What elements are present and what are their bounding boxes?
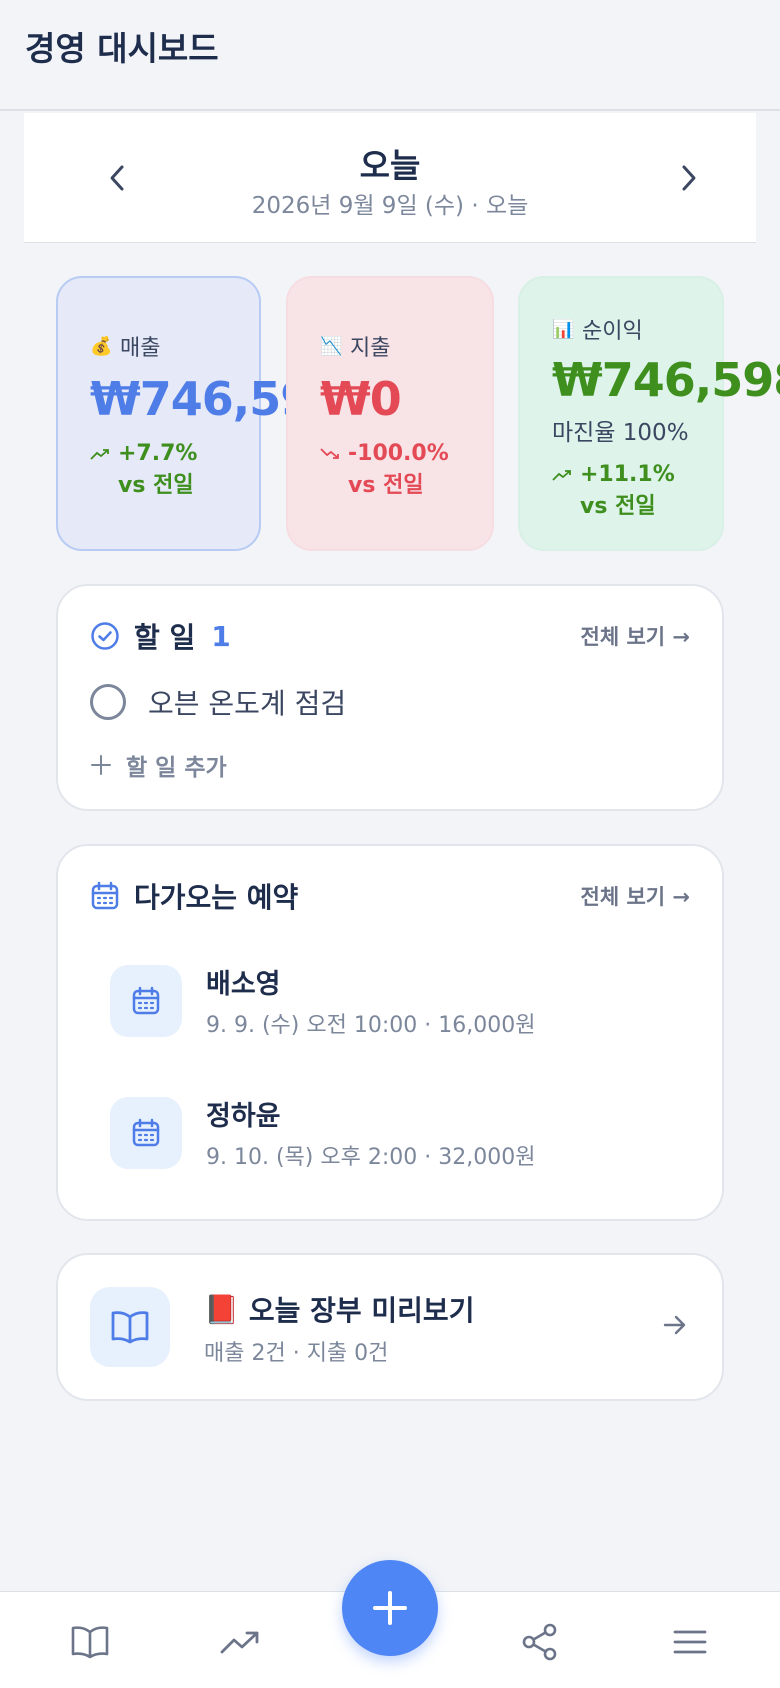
bookings-view-all-link[interactable]: 전체 보기 →: [581, 881, 691, 911]
book-icon: [71, 1626, 109, 1659]
add-entry-button[interactable]: [342, 1560, 438, 1656]
trend-up-icon: [552, 470, 571, 481]
profit-margin: 마진율 100%: [552, 420, 689, 446]
booking-text: 정하윤 9. 10. (목) 오후 2:00 · 32,000원: [206, 1094, 535, 1171]
ledger-subtitle: 매출 2건 · 지출 0건: [204, 1341, 389, 1366]
bar-chart-icon: 📊: [552, 318, 575, 340]
expense-change-text: -100.0% vs 전일: [348, 441, 449, 498]
booking-item[interactable]: 배소영 9. 9. (수) 오전 10:00 · 16,000원: [110, 962, 535, 1039]
ledger-preview-card[interactable]: 📕 오늘 장부 미리보기 매출 2건 · 지출 0건: [56, 1253, 724, 1401]
profit-label: 📊 순이익: [552, 313, 722, 345]
revenue-label: 💰 매출: [90, 330, 259, 362]
booking-calendar-badge: [110, 964, 182, 1037]
date-title: 오늘: [359, 146, 421, 185]
money-bag-icon: 💰: [90, 335, 113, 357]
open-book-icon: [111, 1311, 149, 1344]
add-todo-label: 할 일 추가: [126, 755, 227, 781]
plus-icon: [373, 1591, 407, 1625]
bookings-header: 다가오는 예약 전체 보기 →: [90, 876, 690, 916]
nav-menu-button[interactable]: [668, 1620, 712, 1664]
revenue-change: +7.7% vs 전일: [90, 438, 259, 502]
revenue-value: ₩746,598: [90, 372, 343, 426]
expense-label: 📉 지출: [320, 330, 492, 362]
profit-change: +11.1% vs 전일: [552, 459, 722, 523]
todo-item-text: 오븐 온도계 점검: [148, 687, 347, 720]
revenue-label-text: 매출: [120, 336, 161, 361]
bookings-title: 다가오는 예약: [134, 881, 299, 914]
expense-label-text: 지출: [350, 336, 391, 361]
nav-share-button[interactable]: [518, 1620, 562, 1664]
expense-value: ₩0: [320, 372, 402, 426]
arrow-right-icon: [663, 1315, 686, 1335]
ledger-title: 📕 오늘 장부 미리보기: [204, 1289, 474, 1329]
todo-item[interactable]: 오븐 온도계 점검: [90, 682, 346, 722]
chart-decreasing-icon: 📉: [320, 335, 343, 357]
trend-up-icon: [90, 449, 109, 460]
revenue-change-text: +7.7% vs 전일: [118, 441, 198, 498]
trend-down-icon: [320, 448, 339, 459]
check-circle-icon: [91, 622, 119, 650]
booking-detail: 9. 9. (수) 오전 10:00 · 16,000원: [206, 1013, 536, 1038]
chevron-right-icon: [682, 165, 696, 191]
date-subtitle: 2026년 9월 9일 (수) · 오늘: [251, 193, 529, 219]
booking-detail: 9. 10. (목) 오후 2:00 · 32,000원: [206, 1145, 536, 1170]
booking-calendar-badge: [110, 1096, 182, 1169]
calendar-icon: [91, 881, 119, 910]
expense-change: -100.0% vs 전일: [320, 438, 492, 502]
menu-icon: [673, 1630, 707, 1654]
trend-icon: [220, 1631, 259, 1654]
ledger-badge: [90, 1287, 170, 1367]
booking-item[interactable]: 정하윤 9. 10. (목) 오후 2:00 · 32,000원: [110, 1094, 535, 1171]
expense-stat-card[interactable]: 📉 지출 ₩0 -100.0% vs 전일: [286, 276, 494, 551]
nav-analytics-button[interactable]: [218, 1620, 262, 1664]
profit-value: ₩746,598: [552, 353, 780, 407]
todo-count: 1: [211, 619, 231, 653]
calendar-icon: [132, 1118, 160, 1146]
page-title: 경영 대시보드: [25, 29, 219, 68]
next-day-button[interactable]: [664, 153, 714, 203]
calendar-icon: [132, 986, 160, 1014]
booking-name: 정하윤: [206, 1101, 281, 1132]
profit-label-text: 순이익: [582, 319, 643, 344]
add-todo-button[interactable]: 할 일 추가: [90, 748, 227, 782]
app-header: 경영 대시보드: [0, 0, 780, 111]
share-icon: [522, 1623, 557, 1661]
profit-stat-card[interactable]: 📊 순이익 ₩746,598 마진율 100% +11.1% vs 전일: [518, 276, 780, 551]
ledger-title-text: 오늘 장부 미리보기: [248, 1294, 475, 1327]
todo-card: 할 일 1 전체 보기 → 오븐 온도계 점검 할 일 추가: [56, 584, 724, 811]
plus-icon: [91, 755, 111, 775]
closed-book-icon: 📕: [204, 1292, 239, 1326]
booking-text: 배소영 9. 9. (수) 오전 10:00 · 16,000원: [206, 962, 535, 1039]
todo-checkbox[interactable]: [90, 684, 126, 720]
nav-ledger-button[interactable]: [68, 1620, 112, 1664]
revenue-stat-card[interactable]: 💰 매출 ₩746,598 +7.7% vs 전일: [56, 276, 343, 551]
bookings-card: 다가오는 예약 전체 보기 → 배소영 9. 9. (수) 오전 10:00 ·…: [56, 844, 724, 1221]
booking-name: 배소영: [206, 969, 281, 1000]
todo-title: 할 일: [134, 621, 196, 654]
profit-change-text: +11.1% vs 전일: [580, 462, 675, 519]
todo-view-all-link[interactable]: 전체 보기 →: [581, 621, 691, 651]
todo-header: 할 일 1 전체 보기 →: [90, 616, 690, 656]
date-navigator: 오늘 2026년 9월 9일 (수) · 오늘: [24, 113, 756, 243]
